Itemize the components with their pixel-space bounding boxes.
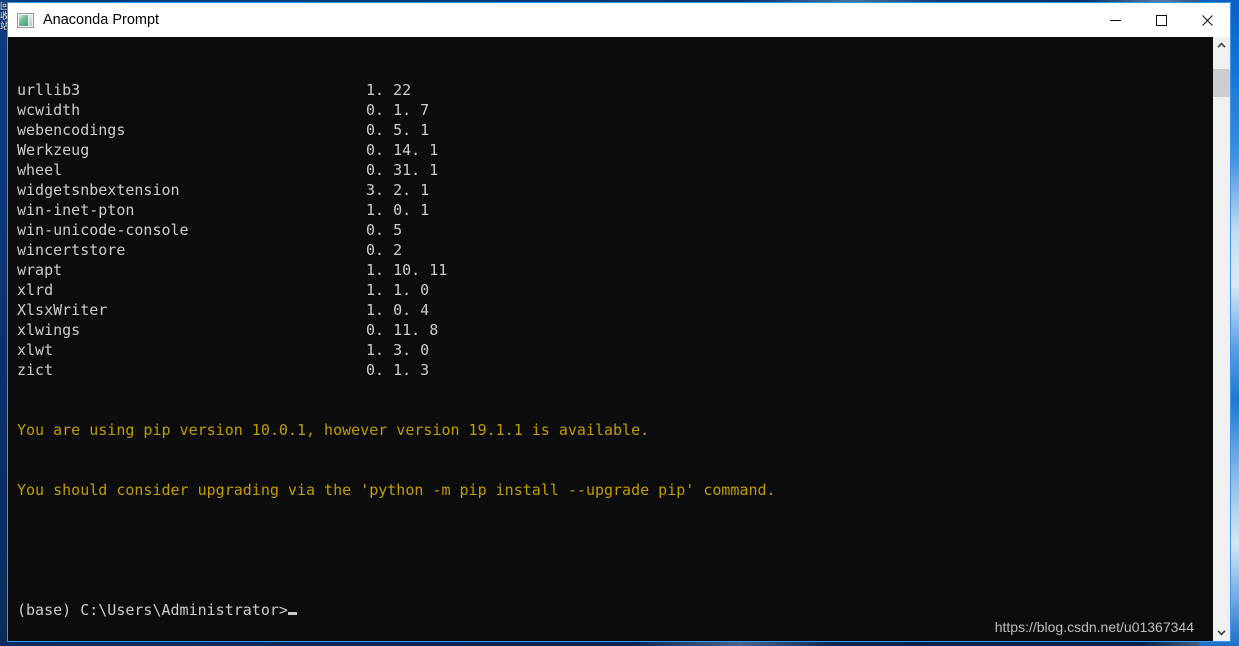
- titlebar-left-group: Anaconda Prompt: [8, 12, 159, 28]
- package-row: wcwidth 0. 1. 7: [17, 100, 1212, 120]
- scrollbar-thumb[interactable]: [1213, 69, 1230, 97]
- icon-green-fill: [19, 14, 28, 26]
- package-name: wincertstore: [17, 241, 126, 259]
- package-name: XlsxWriter: [17, 301, 108, 319]
- package-row: webencodings 0. 5. 1: [17, 120, 1212, 140]
- package-row: xlwings 0. 11. 8: [17, 320, 1212, 340]
- package-version: 0. 5. 1: [366, 121, 430, 139]
- package-version: 0. 1. 3: [366, 361, 430, 379]
- window-titlebar[interactable]: Anaconda Prompt: [8, 3, 1230, 37]
- package-version: 3. 2. 1: [366, 181, 430, 199]
- package-name: win-unicode-console: [17, 221, 189, 239]
- package-version: 1. 1. 0: [366, 281, 430, 299]
- package-row: xlwt 1. 3. 0: [17, 340, 1212, 360]
- minimize-button[interactable]: [1092, 3, 1138, 37]
- package-name: zict: [17, 361, 54, 379]
- package-row: wincertstore 0. 2: [17, 240, 1212, 260]
- package-name: xlrd: [17, 281, 54, 299]
- console-window-icon[interactable]: [17, 12, 34, 28]
- close-button[interactable]: [1184, 3, 1230, 37]
- package-name: wrapt: [17, 261, 63, 279]
- package-version: 0. 14. 1: [366, 141, 439, 159]
- icon-light-strip: [29, 14, 32, 26]
- package-name: urllib3: [17, 81, 81, 99]
- package-version: 1. 10. 11: [366, 261, 448, 279]
- package-name: xlwt: [17, 341, 54, 359]
- scrollbar-up-button[interactable]: [1213, 37, 1230, 54]
- package-row: widgetsnbextension 3. 2. 1: [17, 180, 1212, 200]
- package-row: win-inet-pton 1. 0. 1: [17, 200, 1212, 220]
- package-row: zict 0. 1. 3: [17, 360, 1212, 380]
- package-row: win-unicode-console 0. 5: [17, 220, 1212, 240]
- package-name: win-inet-pton: [17, 201, 135, 219]
- package-row: urllib3 1. 22: [17, 80, 1212, 100]
- watermark-text: https://blog.csdn.net/u01367344: [994, 619, 1194, 635]
- pip-warning-line-2: You should consider upgrading via the 'p…: [17, 481, 776, 499]
- package-row: xlrd 1. 1. 0: [17, 280, 1212, 300]
- package-version: 1. 0. 4: [366, 301, 430, 319]
- package-name: webencodings: [17, 121, 126, 139]
- package-version: 0. 2: [366, 241, 403, 259]
- chevron-down-icon: [1217, 630, 1226, 636]
- window-title: Anaconda Prompt: [43, 12, 160, 28]
- package-row: wheel 0. 31. 1: [17, 160, 1212, 180]
- console-area: urllib3 1. 22 wcwidth 0. 1. 7 webencodings 0.…: [8, 37, 1230, 641]
- package-name: widgetsnbextension: [17, 181, 180, 199]
- console-output[interactable]: urllib3 1. 22 wcwidth 0. 1. 7 webencodings 0.…: [8, 37, 1212, 641]
- minimize-icon: [1109, 19, 1121, 21]
- prompt-text: (base) C:\Users\Administrator>: [17, 601, 288, 619]
- chevron-up-icon: [1217, 42, 1226, 48]
- package-version: 1. 22: [366, 81, 412, 99]
- window-controls: [1092, 3, 1230, 37]
- package-version: 1. 0. 1: [366, 201, 430, 219]
- maximize-button[interactable]: [1138, 3, 1184, 37]
- package-row: wrapt 1. 10. 11: [17, 260, 1212, 280]
- package-name: wheel: [17, 161, 63, 179]
- text-cursor: [287, 612, 297, 615]
- package-version: 0. 11. 8: [366, 321, 439, 339]
- scrollbar-track[interactable]: [1213, 54, 1230, 624]
- pip-warning-line-1: You are using pip version 10.0.1, howeve…: [17, 421, 650, 439]
- package-version: 0. 5: [366, 221, 403, 239]
- close-icon: [1201, 14, 1213, 26]
- package-version: 0. 1. 7: [366, 101, 430, 119]
- maximize-icon: [1155, 14, 1167, 26]
- package-row: XlsxWriter 1. 0. 4: [17, 300, 1212, 320]
- pip-package-list: urllib3 1. 22 wcwidth 0. 1. 7 webencodings 0.…: [17, 80, 1212, 380]
- vertical-scrollbar[interactable]: [1212, 37, 1230, 641]
- package-version: 0. 31. 1: [366, 161, 439, 179]
- package-name: Werkzeug: [17, 141, 90, 159]
- package-version: 1. 3. 0: [366, 341, 430, 359]
- scrollbar-down-button[interactable]: [1213, 624, 1230, 641]
- package-name: xlwings: [17, 321, 81, 339]
- anaconda-prompt-window: Anaconda Prompt urllib3 1. 22 wcwidth 0.…: [7, 2, 1231, 642]
- package-name: wcwidth: [17, 101, 81, 119]
- package-row: Werkzeug 0. 14. 1: [17, 140, 1212, 160]
